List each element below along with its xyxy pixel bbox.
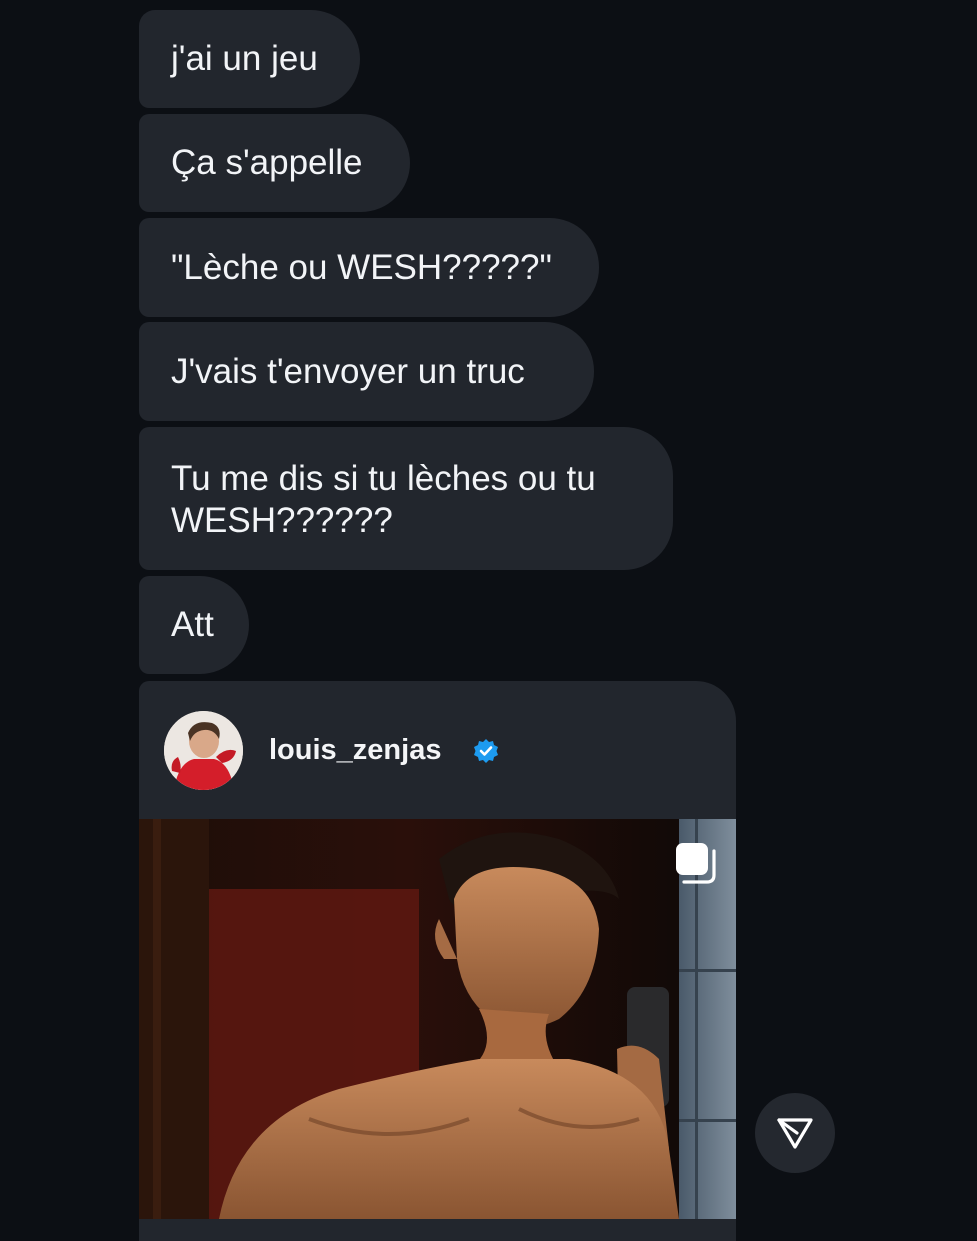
message-thread: j'ai un jeu Ça s'appelle "Lèche ou WESH?… <box>0 0 977 1241</box>
message-bubble[interactable]: Att <box>139 576 249 674</box>
profile-avatar[interactable] <box>164 711 243 790</box>
message-bubble[interactable]: j'ai un jeu <box>139 10 360 108</box>
message-bubble[interactable]: Tu me dis si tu lèches ou tu WESH?????? <box>139 427 673 570</box>
avatar-image <box>164 711 243 790</box>
message-text: Ça s'appelle <box>171 143 363 182</box>
verified-badge-icon <box>474 739 498 763</box>
message-text: Att <box>171 605 214 644</box>
message-text: j'ai un jeu <box>171 39 318 78</box>
multiple-photos-icon <box>676 843 716 884</box>
message-text: Tu me dis si tu lèches ou tu WESH?????? <box>171 458 596 540</box>
share-send-button[interactable] <box>755 1093 835 1173</box>
message-text: "Lèche ou WESH?????" <box>171 247 552 287</box>
message-bubble[interactable]: J'vais t'envoyer un truc <box>139 322 594 421</box>
shared-post-photo[interactable] <box>139 819 736 1219</box>
shared-post-card[interactable]: louis_zenjas <box>139 681 736 1241</box>
post-author-username[interactable]: louis_zenjas <box>269 731 441 769</box>
message-bubble[interactable]: Ça s'appelle <box>139 114 410 212</box>
shared-post-header[interactable]: louis_zenjas <box>139 681 736 819</box>
message-bubble[interactable]: "Lèche ou WESH?????" <box>139 218 599 317</box>
send-icon <box>777 1118 813 1149</box>
post-image <box>139 819 736 1219</box>
message-text: J'vais t'envoyer un truc <box>171 351 525 391</box>
